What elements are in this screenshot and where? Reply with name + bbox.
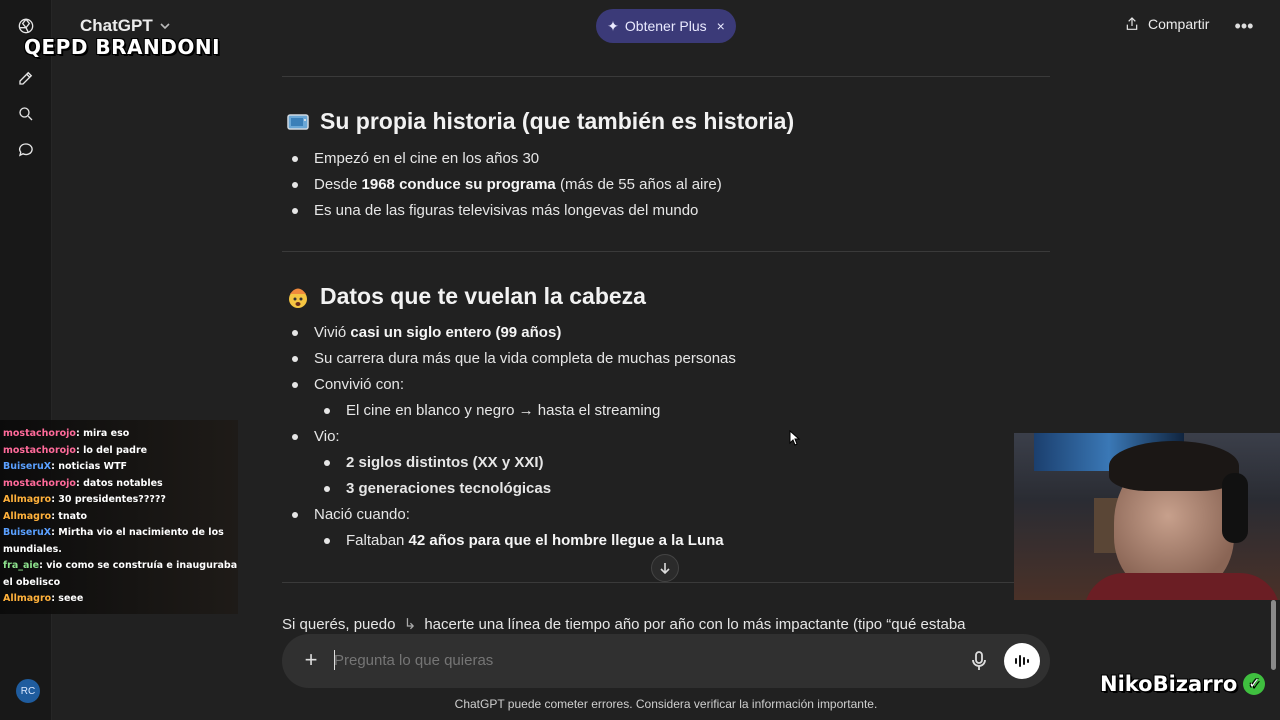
bullet-icon — [292, 512, 298, 518]
list-item: Es una de las figuras televisivas más lo… — [314, 202, 699, 219]
list-item: Empezó en el cine en los años 30 — [314, 150, 540, 167]
scrollbar-thumb[interactable] — [1271, 600, 1276, 670]
bullet-icon — [324, 408, 330, 414]
chat-username: Allmagro — [3, 494, 52, 505]
chat-message: Allmagro: 30 presidentes????? — [0, 492, 238, 509]
bullet-icon — [292, 382, 298, 388]
new-chat-icon[interactable] — [12, 64, 40, 92]
chat-message: BuiseruX: noticias WTF — [0, 459, 238, 476]
chat-username: mostachorojo — [3, 477, 76, 489]
scroll-down-button[interactable] — [651, 554, 679, 582]
divider — [282, 76, 1050, 77]
streamer-hair — [1109, 441, 1239, 491]
screen: RC ChatGPT QEPD BRANDONI ✦ Obtener Plus … — [0, 0, 1280, 720]
chat-username: fra_aie — [3, 560, 40, 571]
stream-overlay-title: QEPD BRANDONI — [24, 35, 221, 59]
chat-bubble-icon[interactable] — [12, 136, 40, 164]
arrow-down-icon — [660, 563, 670, 575]
tv-icon — [286, 110, 310, 134]
composer: + — [282, 634, 1050, 688]
chat-username: Allmagro — [3, 593, 52, 604]
section-title: Datos que te vuelan la cabeza — [320, 283, 646, 309]
list-item: Vio: — [314, 428, 340, 445]
list-item: Convivió con: — [314, 376, 405, 393]
mouse-cursor-icon — [789, 430, 801, 446]
chat-username: BuiseruX — [3, 527, 52, 538]
chevron-down-icon — [160, 23, 170, 30]
webcam-feed — [1014, 433, 1280, 600]
prompt-input[interactable] — [334, 648, 934, 672]
chat-username: Allmagro — [3, 510, 52, 522]
chat-username: BuiseruX — [3, 461, 52, 472]
chat-message: fra_aie: vio como se construía e inaugur… — [0, 558, 238, 591]
share-button[interactable]: Compartir — [1124, 16, 1209, 32]
stream-chat-overlay: mostachorojo: mira eso mostachorojo: lo d… — [0, 420, 238, 614]
chat-message: mostachorojo: lo del padre — [0, 443, 238, 460]
chat-separator: : — [75, 444, 84, 456]
sub-list-item: El cine en blanco y negro → hasta el str… — [346, 402, 661, 419]
search-icon[interactable] — [12, 100, 40, 128]
chat-text: tnato — [58, 510, 88, 522]
app-title: ChatGPT — [80, 16, 153, 35]
voice-mode-button[interactable] — [1004, 643, 1040, 679]
streamer-tag: NikoBizarro ✓ — [1100, 672, 1266, 696]
follow-up-text: Si querés, puedo ↳ hacerte una línea de … — [282, 616, 966, 633]
bullet-icon — [292, 330, 298, 336]
share-label: Compartir — [1148, 16, 1210, 32]
chat-separator: : — [75, 428, 84, 439]
bullet-icon — [292, 182, 298, 188]
bullet-icon — [292, 356, 298, 362]
section-heading: Datos que te vuelan la cabeza — [286, 283, 646, 310]
chat-text: datos notables — [83, 477, 163, 489]
close-icon[interactable]: × — [717, 18, 725, 34]
reply-arrow-icon: ↳ — [403, 616, 417, 633]
chat-separator: : — [75, 477, 84, 489]
bullet-icon — [292, 156, 298, 162]
bullet-icon — [324, 460, 330, 466]
chat-text: 30 presidentes????? — [58, 494, 166, 505]
bullet-icon — [292, 434, 298, 440]
chat-message: mostachorojo: datos notables — [0, 476, 238, 493]
headset — [1222, 473, 1248, 543]
chat-text: mira eso — [83, 428, 130, 439]
chat-username: mostachorojo — [3, 428, 76, 439]
chat-message: Allmagro: seee — [0, 591, 238, 608]
list-item: Su carrera dura más que la vida completa… — [314, 350, 736, 367]
streamer-shirt — [1084, 573, 1280, 600]
chat-message: BuiseruX: Mirtha vio el nacimiento de lo… — [0, 525, 238, 558]
sub-list-item: 3 generaciones tecnológicas — [346, 480, 552, 497]
chat-username: mostachorojo — [3, 444, 76, 456]
sub-list-item: Faltaban 42 años para que el hombre lleg… — [346, 532, 724, 549]
verified-check-icon: ✓ — [1243, 673, 1266, 695]
exploding-head-icon — [286, 285, 310, 309]
disclaimer: ChatGPT puede cometer errores. Considera… — [454, 697, 878, 711]
model-selector[interactable]: ChatGPT — [80, 16, 171, 36]
section-title: Su propia historia (que también es histo… — [320, 108, 795, 134]
divider — [282, 582, 1050, 583]
more-options-icon[interactable]: ••• — [1232, 14, 1256, 38]
share-icon — [1126, 17, 1138, 30]
get-plus-button[interactable]: ✦ Obtener Plus × — [596, 9, 736, 43]
waveform-icon — [1015, 655, 1029, 667]
list-item: Desde 1968 conduce su programa (más de 5… — [314, 176, 722, 193]
chat-message: Allmagro: tnato — [0, 509, 238, 526]
list-item: Nació cuando: — [314, 506, 410, 523]
chat-message: mostachorojo: mira eso — [0, 426, 238, 443]
microphone-icon[interactable] — [970, 650, 988, 677]
get-plus-label: Obtener Plus — [624, 18, 707, 34]
divider — [282, 251, 1050, 252]
list-item: Vivió casi un siglo entero (99 años) — [314, 324, 562, 341]
bullet-icon — [324, 538, 330, 544]
chat-text: noticias WTF — [58, 461, 128, 472]
streamer-name: NikoBizarro — [1100, 672, 1238, 696]
chat-text: seee — [58, 593, 84, 604]
bullet-icon — [292, 208, 298, 214]
chat-text: lo del padre — [83, 444, 148, 456]
sub-list-item: 2 siglos distintos (XX y XXI) — [346, 454, 544, 471]
sparkle-icon: ✦ — [607, 17, 619, 34]
add-attachment-icon[interactable]: + — [300, 647, 322, 672]
bullet-icon — [324, 486, 330, 492]
section-heading: Su propia historia (que también es histo… — [286, 108, 794, 135]
